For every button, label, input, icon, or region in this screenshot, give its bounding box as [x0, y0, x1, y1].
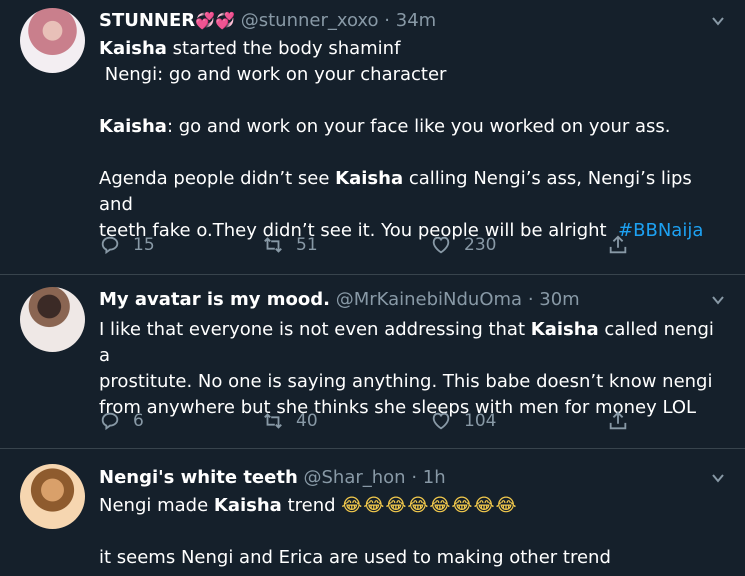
like-count: 104 — [464, 411, 497, 431]
avatar[interactable] — [20, 464, 85, 529]
tweet-line — [99, 519, 725, 545]
emoji-run: 😂😂😂😂😂😂😂😂 — [341, 495, 518, 516]
tweet-line — [99, 140, 725, 166]
reply-icon — [101, 412, 119, 431]
separator-dot: · — [384, 10, 391, 31]
tweet-text: I like that everyone is not even address… — [99, 317, 725, 421]
tweet-text-run: I like that everyone is not even address… — [99, 319, 531, 340]
separator-dot: · — [527, 289, 534, 310]
tweet-text-run: it seems Nengi and Erica are used to mak… — [99, 547, 611, 568]
tweet-actions: 15 51 230 — [99, 233, 725, 257]
tweet-line: Kaisha: go and work on your face like yo… — [99, 114, 725, 140]
retweet-count: 51 — [296, 235, 318, 255]
display-name[interactable]: Nengi's white teeth — [99, 467, 298, 488]
avatar[interactable] — [20, 287, 85, 352]
timestamp[interactable]: 30m — [539, 289, 579, 310]
display-name[interactable]: My avatar is my mood. — [99, 289, 330, 310]
share-button[interactable] — [607, 409, 629, 433]
separator-dot: · — [411, 467, 418, 488]
retweet-icon — [264, 237, 282, 253]
chevron-down-icon[interactable] — [711, 293, 725, 307]
tweet-line: Agenda people didn’t see Kaisha calling … — [99, 166, 725, 218]
tweet-actions: 6 40 104 — [99, 409, 725, 433]
tweet-header: Nengi's white teeth @Shar_hon · 1h — [99, 466, 705, 490]
tweet-text-run: : go and work on your face like you work… — [166, 116, 671, 137]
share-icon — [609, 411, 627, 430]
retweet-count: 40 — [296, 411, 318, 431]
chevron-down-icon[interactable] — [711, 14, 725, 28]
highlighted-term: Kaisha — [530, 319, 599, 340]
reply-button[interactable]: 15 — [99, 233, 155, 257]
chevron-down-icon[interactable] — [711, 471, 725, 485]
tweet-line: I like that everyone is not even address… — [99, 317, 725, 369]
tweet-text-run: Agenda people didn’t see — [99, 168, 336, 189]
tweet-line: Kaisha started the body shaminf — [99, 36, 725, 62]
tweet-3[interactable]: Nengi's white teeth @Shar_hon · 1h Nengi… — [0, 449, 745, 576]
reply-button[interactable]: 6 — [99, 409, 144, 433]
tweet-line: it seems Nengi and Erica are used to mak… — [99, 545, 725, 571]
tweet-text-run: Nengi: go and work on your character — [99, 64, 447, 85]
reply-count: 6 — [133, 411, 144, 431]
timestamp[interactable]: 1h — [423, 467, 446, 488]
tweet-line: Nengi made Kaisha trend 😂😂😂😂😂😂😂😂 — [99, 493, 725, 519]
tweet-text-run: prostitute. No one is saying anything. T… — [99, 371, 713, 392]
avatar[interactable] — [20, 8, 85, 73]
tweet-2[interactable]: My avatar is my mood. @MrKainebiNduOma ·… — [0, 275, 745, 449]
heart-icon — [432, 412, 450, 430]
tweet-text-run: trend — [281, 495, 342, 516]
tweet-text-run: started the body shaminf — [166, 38, 401, 59]
reply-icon — [101, 236, 119, 255]
tweet-text: Kaisha started the body shaminf Nengi: g… — [99, 36, 725, 244]
highlighted-term: Kaisha — [99, 116, 167, 137]
retweet-icon — [264, 413, 282, 429]
highlighted-term: Kaisha — [335, 168, 404, 189]
share-icon — [609, 235, 627, 254]
tweet-line: prostitute. No one is saying anything. T… — [99, 369, 725, 395]
like-count: 230 — [464, 235, 497, 255]
handle[interactable]: @stunner_xoxo — [241, 10, 379, 31]
timestamp[interactable]: 34m — [396, 10, 436, 31]
tweet-line: Nengi: go and work on your character — [99, 62, 725, 88]
like-button[interactable]: 104 — [430, 409, 496, 433]
like-button[interactable]: 230 — [430, 233, 496, 257]
handle[interactable]: @MrKainebiNduOma — [336, 289, 522, 310]
tweet-1[interactable]: STUNNER💞💞 @stunner_xoxo · 34m Kaisha sta… — [0, 0, 745, 275]
tweet-text-run: Nengi made — [99, 495, 214, 516]
handle[interactable]: @Shar_hon — [304, 467, 406, 488]
tweet-text: Nengi made Kaisha trend 😂😂😂😂😂😂😂😂 it seems… — [99, 493, 725, 571]
tweet-header: My avatar is my mood. @MrKainebiNduOma ·… — [99, 288, 705, 312]
highlighted-term: Kaisha — [99, 38, 167, 59]
tweet-line — [99, 88, 725, 114]
reply-count: 15 — [133, 235, 155, 255]
highlighted-term: Kaisha — [213, 495, 282, 516]
name-emoji: 💞💞 — [195, 11, 235, 30]
retweet-button[interactable]: 51 — [262, 233, 318, 257]
retweet-button[interactable]: 40 — [262, 409, 318, 433]
heart-icon — [432, 236, 450, 254]
share-button[interactable] — [607, 233, 629, 257]
display-name[interactable]: STUNNER — [99, 10, 195, 31]
tweet-header: STUNNER💞💞 @stunner_xoxo · 34m — [99, 9, 705, 33]
